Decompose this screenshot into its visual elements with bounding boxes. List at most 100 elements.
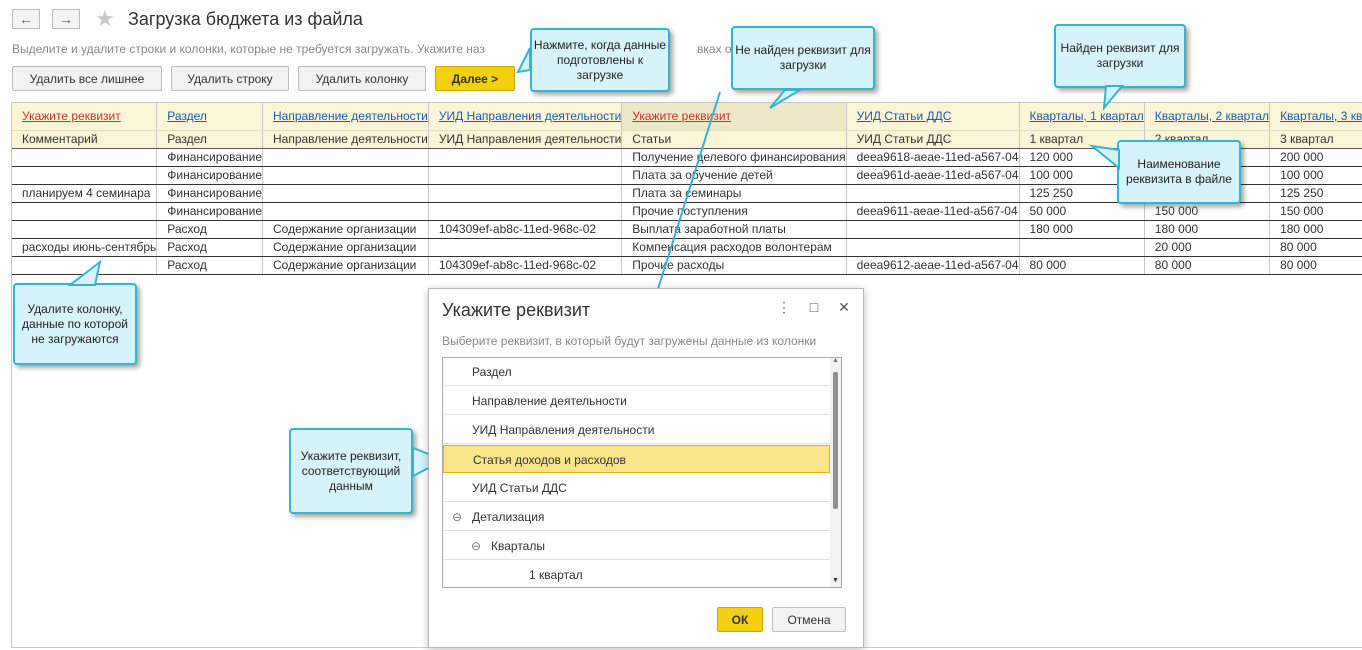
table-cell: 80 000	[1144, 256, 1271, 275]
delete-row-button[interactable]: Удалить строку	[171, 66, 289, 91]
column-header-link[interactable]: УИД Статьи ДДС	[857, 109, 952, 123]
table-cell: 180 000	[1019, 220, 1145, 239]
table-header-row: Укажите реквизит Раздел Направление деятел…	[12, 103, 1362, 131]
table-cell: Прочие расходы	[621, 256, 847, 275]
column-header-link[interactable]: Укажите реквизит	[22, 109, 121, 123]
table-cell	[428, 202, 623, 221]
callout-specify: Укажите реквизит, соответствующий данным	[289, 428, 413, 514]
scroll-up-icon[interactable]: ▲	[832, 358, 839, 364]
star-icon[interactable]: ★	[95, 6, 115, 32]
table-cell: deea9611-aeae-11ed-a567-04	[846, 202, 1020, 221]
attribute-list-item[interactable]: Раздел	[443, 358, 830, 386]
column-header-link[interactable]: Направление деятельности	[273, 109, 427, 123]
attribute-list-item-label: Направление деятельности	[472, 394, 627, 408]
table-row[interactable]: Финансирование Прочие поступления deea9611…	[12, 202, 1362, 221]
column-header-link[interactable]: УИД Направления деятельности	[439, 109, 621, 123]
table-cell	[428, 166, 623, 185]
delete-column-button[interactable]: Удалить колонку	[298, 66, 426, 91]
column-header-link[interactable]: Кварталы, 2 квартал	[1155, 109, 1269, 123]
table-cell	[846, 220, 1020, 239]
callout-found: Найден реквизит для загрузки	[1054, 24, 1186, 88]
callout-file-name: Наименование реквизита в файле	[1117, 140, 1241, 204]
list-scrollbar[interactable]: ▲ ▼	[830, 358, 841, 587]
attribute-list-item[interactable]: УИД Направления деятельности	[443, 416, 830, 444]
close-icon[interactable]: ✕	[835, 299, 853, 316]
attribute-list-item-label: Статья доходов и расходов	[473, 453, 626, 467]
column-header[interactable]: УИД Статьи ДДС	[846, 103, 1020, 131]
column-header-link[interactable]: Раздел	[167, 109, 207, 123]
table-cell	[12, 202, 158, 221]
table-cell: deea9612-aeae-11ed-a567-04	[846, 256, 1020, 275]
file-column-name: Направление деятельности	[262, 130, 429, 149]
table-cell: 150 000	[1144, 202, 1271, 221]
table-cell: Плата за обучение детей	[621, 166, 847, 185]
attribute-list-item-label: УИД Направления деятельности	[472, 423, 655, 437]
file-column-name: УИД Статьи ДДС	[846, 130, 1020, 149]
table-cell: Плата за семинары	[621, 184, 847, 203]
column-header[interactable]: Кварталы, 2 квартал	[1144, 103, 1271, 131]
attribute-list-item-label: Детализация	[472, 510, 545, 524]
column-header[interactable]: Кварталы, 3 квартал	[1269, 103, 1362, 131]
delete-all-button[interactable]: Удалить все лишнее	[12, 66, 162, 91]
column-header[interactable]: УИД Направления деятельности	[428, 103, 623, 131]
collapse-icon[interactable]: ⊖	[452, 503, 462, 531]
attribute-list-item[interactable]: 1 квартал	[443, 561, 830, 587]
collapse-icon[interactable]: ⊖	[471, 532, 481, 560]
attribute-list-item[interactable]: ⊖ Детализация	[443, 503, 830, 531]
attribute-list-item[interactable]: УИД Статьи ДДС	[443, 474, 830, 502]
table-cell: 50 000	[1019, 202, 1145, 221]
scroll-thumb[interactable]	[833, 372, 838, 509]
table-cell: Получение целевого финансирования	[621, 148, 847, 167]
attribute-list-item-label: УИД Статьи ДДС	[472, 481, 567, 495]
attribute-list-item-label: Раздел	[472, 365, 512, 379]
column-header-link[interactable]: Кварталы, 1 квартал	[1030, 109, 1144, 123]
table-cell: планируем 4 семинара	[12, 184, 158, 203]
table-cell: Расход	[156, 220, 263, 239]
attribute-list-item-label: 1 квартал	[529, 568, 583, 582]
table-row[interactable]: Расход Содержание организации 104309ef-ab8…	[12, 256, 1362, 275]
ok-button[interactable]: ОК	[717, 607, 763, 632]
table-cell: Содержание организации	[262, 220, 429, 239]
table-row[interactable]: Расход Содержание организации 104309ef-ab8…	[12, 220, 1362, 239]
page-title: Загрузка бюджета из файла	[128, 9, 363, 29]
more-menu-icon[interactable]: ⋮	[775, 299, 793, 316]
callout-delete-column: Удалите колонку, данные по которой не за…	[13, 283, 137, 365]
table-cell: Расход	[156, 256, 263, 275]
callout-not-found: Не найден реквизит для загрузки	[731, 26, 875, 90]
page-hint: Выделите и удалите строки и колонки, кот…	[12, 42, 485, 56]
table-cell: 80 000	[1019, 256, 1145, 275]
dialog-title: Укажите реквизит	[442, 300, 591, 320]
attribute-list-item[interactable]: Направление деятельности	[443, 387, 830, 415]
next-button[interactable]: Далее >	[435, 66, 515, 91]
select-attribute-dialog[interactable]: Укажите реквизит ⋮ □ ✕ Выберите реквизит…	[428, 288, 864, 648]
maximize-icon[interactable]: □	[805, 299, 823, 315]
attribute-list[interactable]: Раздел Направление деятельности УИД Направ…	[442, 357, 842, 588]
table-cell: 80 000	[1269, 238, 1362, 257]
table-cell: расходы июнь-сентябрь	[12, 238, 158, 257]
column-header[interactable]: Раздел	[156, 103, 263, 131]
column-header[interactable]: Укажите реквизит	[621, 103, 847, 131]
table-cell: Расход	[156, 238, 263, 257]
table-cell	[428, 148, 623, 167]
table-row[interactable]: расходы июнь-сентябрь Расход Содержание ор…	[12, 238, 1362, 257]
column-header[interactable]: Кварталы, 1 квартал	[1019, 103, 1145, 131]
table-cell: deea961d-aeae-11ed-a567-04	[846, 166, 1020, 185]
forward-button[interactable]: →	[52, 9, 80, 29]
file-column-name: УИД Направления деятельности	[428, 130, 623, 149]
table-cell	[12, 256, 158, 275]
back-button[interactable]: ←	[12, 9, 40, 29]
column-header-link[interactable]: Укажите реквизит	[632, 109, 731, 123]
scroll-down-icon[interactable]: ▼	[832, 577, 839, 584]
attribute-list-item[interactable]: Статья доходов и расходов	[443, 445, 830, 473]
file-column-name: Статьи	[621, 130, 847, 149]
column-header-link[interactable]: Кварталы, 3 квартал	[1280, 109, 1362, 123]
column-header[interactable]: Укажите реквизит	[12, 103, 158, 131]
table-cell: 100 000	[1269, 166, 1362, 185]
attribute-list-item[interactable]: ⊖ Кварталы	[443, 532, 830, 560]
table-cell	[12, 166, 158, 185]
cancel-button[interactable]: Отмена	[772, 607, 846, 632]
arrow-left-icon: ←	[19, 11, 33, 27]
table-cell	[12, 148, 158, 167]
column-header[interactable]: Направление деятельности	[262, 103, 429, 131]
table-cell: 200 000	[1269, 148, 1362, 167]
